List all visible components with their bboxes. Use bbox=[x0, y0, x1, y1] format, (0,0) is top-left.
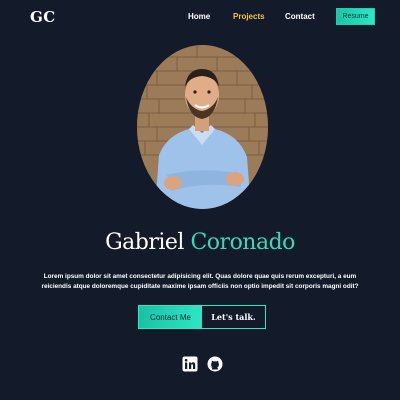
profile-photo bbox=[137, 45, 268, 209]
hero-cta-group: Contact Me Let's talk. bbox=[138, 305, 266, 329]
resume-button[interactable]: Resume bbox=[336, 8, 375, 25]
top-navbar: GC Home Projects Contact Resume bbox=[0, 0, 400, 34]
site-logo[interactable]: GC bbox=[30, 8, 56, 26]
hero-bio: Lorem ipsum dolor sit amet consectetur a… bbox=[41, 273, 359, 290]
hero-last-name: Coronado bbox=[190, 230, 295, 255]
lets-talk-button[interactable]: Let's talk. bbox=[202, 306, 265, 328]
nav-link-projects[interactable]: Projects bbox=[233, 12, 265, 21]
linkedin-icon[interactable] bbox=[182, 356, 198, 372]
nav-link-contact[interactable]: Contact bbox=[285, 12, 315, 21]
nav-link-home[interactable]: Home bbox=[188, 12, 210, 21]
profile-photo-illustration bbox=[137, 45, 268, 209]
hero-name: Gabriel Coronado bbox=[0, 230, 400, 255]
hero-first-name: Gabriel bbox=[105, 230, 184, 255]
github-icon[interactable] bbox=[207, 356, 223, 372]
contact-me-button[interactable]: Contact Me bbox=[139, 306, 202, 328]
